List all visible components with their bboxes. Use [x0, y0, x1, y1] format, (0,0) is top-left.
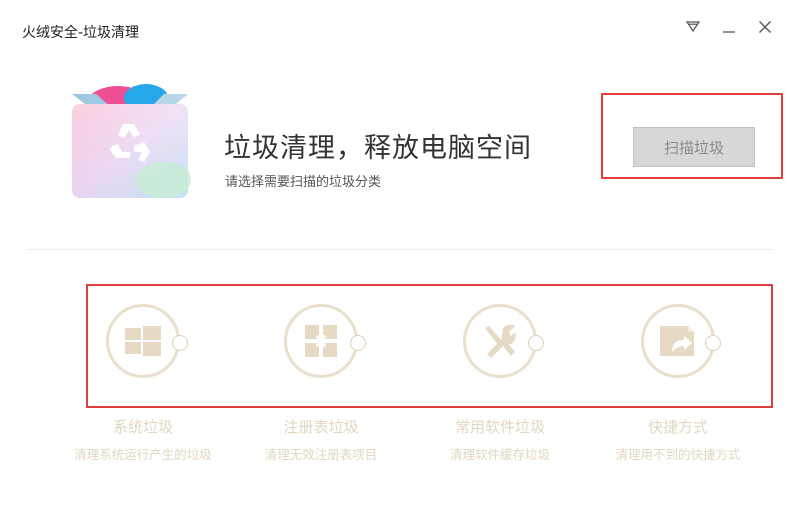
category-description: 清理无效注册表项目 [264, 447, 378, 462]
category-registry-junk[interactable]: 注册表垃圾 清理无效注册表项目 [221, 304, 421, 464]
category-software-junk[interactable]: 常用软件垃圾 清理软件缓存垃圾 [400, 304, 600, 464]
close-icon[interactable] [752, 16, 778, 38]
shortcut-icon [641, 304, 715, 378]
category-radio[interactable] [350, 335, 366, 351]
category-label: 注册表垃圾 [283, 418, 359, 436]
window-title: 火绒安全-垃圾清理 [22, 25, 140, 41]
divider [28, 249, 772, 250]
category-description: 清理用不到的快捷方式 [615, 447, 741, 462]
category-radio[interactable] [528, 335, 544, 351]
category-description: 清理软件缓存垃圾 [449, 447, 550, 462]
category-description: 清理系统运行产生的垃圾 [74, 447, 212, 462]
category-radio[interactable] [172, 335, 188, 351]
recycle-bin-icon [68, 80, 192, 202]
scan-button[interactable]: 扫描垃圾 [633, 127, 755, 167]
category-shortcut-junk[interactable]: 快捷方式 清理用不到的快捷方式 [578, 304, 778, 464]
tools-icon [463, 304, 537, 378]
category-label: 常用软件垃圾 [454, 418, 545, 436]
category-label: 系统垃圾 [112, 418, 173, 436]
category-label: 快捷方式 [647, 418, 708, 436]
category-radio[interactable] [705, 335, 721, 351]
category-system-junk[interactable]: 系统垃圾 清理系统运行产生的垃圾 [43, 304, 243, 464]
cleanup-window: 火绒安全-垃圾清理 垃圾清理，释放电脑空间 请选择需要扫描的垃圾分类 扫描垃圾 … [0, 0, 800, 515]
menu-icon[interactable] [680, 16, 706, 38]
page-headline: 垃圾清理，释放电脑空间 [224, 133, 532, 164]
windows-icon [106, 304, 180, 378]
page-subtitle: 请选择需要扫描的垃圾分类 [225, 175, 382, 190]
registry-icon [284, 304, 358, 378]
minimize-icon[interactable] [716, 16, 742, 38]
